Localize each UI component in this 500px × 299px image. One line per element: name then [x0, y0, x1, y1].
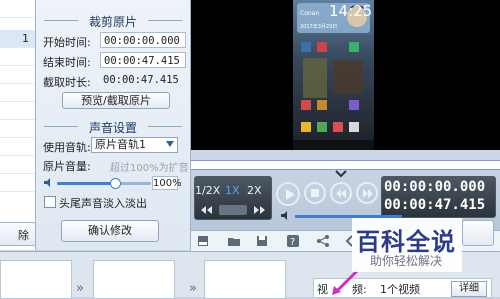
timeline-progress[interactable] [191, 160, 500, 170]
duration-label: 截取时长: [43, 76, 91, 89]
list-item[interactable] [0, 138, 35, 156]
start-time-input[interactable]: 00:00:00.000 [100, 32, 186, 48]
time-display: 00:00:00.000 00:00:47.415 [381, 176, 496, 218]
chevron-down-icon[interactable] [334, 170, 348, 178]
fade-checkbox[interactable] [44, 196, 56, 208]
current-time: 00:00:00.000 [384, 179, 486, 195]
new-file-icon[interactable] [196, 234, 210, 248]
list-item[interactable] [0, 84, 35, 102]
volume-slider[interactable] [57, 182, 151, 185]
volume-hint: 超过100%为扩音 [110, 163, 189, 174]
video-frame: 14:25 Conan 2017年3月29日 [293, 0, 374, 150]
prev-frame-button[interactable] [330, 182, 352, 204]
list-item-selected[interactable]: 1 [0, 30, 35, 48]
list-item[interactable] [0, 48, 35, 66]
settings-panel: 裁剪原片 开始时间: 00:00:00.000 结束时间: 00:00:47.4… [36, 0, 191, 250]
preview-crop-button[interactable]: 预览/截取原片 [62, 92, 170, 109]
duration-value: 00:00:47.415 [103, 74, 179, 86]
status-time: 14:25 [329, 2, 373, 20]
info-value: 1个视频 [380, 283, 420, 296]
end-time-label: 结束时间: [43, 56, 91, 69]
side-button[interactable] [462, 220, 494, 246]
audio-track-value: 原片音轨1 [95, 138, 146, 151]
arrow-right-icon: » [76, 281, 84, 296]
forward-icon [363, 189, 373, 198]
clip-thumbnail[interactable] [93, 260, 175, 299]
play-icon [286, 189, 295, 200]
volume-percent-field[interactable]: 100% [152, 176, 182, 190]
clip-thumbnail[interactable] [0, 260, 72, 299]
volume-slider-knob[interactable] [110, 178, 122, 189]
svg-text:?: ? [290, 237, 295, 248]
end-time-input[interactable]: 00:00:47.415 [100, 52, 186, 68]
clip-thumbnail[interactable] [204, 260, 286, 299]
fade-label: 头尾声音淡入淡出 [59, 197, 147, 210]
divider [148, 20, 182, 21]
next-frame-button[interactable] [356, 182, 378, 204]
file-list: 1 [0, 0, 36, 250]
volume-slider-fill [57, 182, 116, 185]
divider [148, 126, 182, 127]
list-item-label: 1 [22, 32, 29, 45]
delete-button[interactable]: 除 [0, 222, 36, 246]
speaker-icon[interactable] [43, 177, 54, 188]
list-item[interactable] [0, 120, 35, 138]
audio-track-label: 使用音轨: [43, 141, 91, 154]
list-item[interactable] [0, 102, 35, 120]
info-label: 视 [317, 283, 328, 296]
rewind-icon [336, 189, 346, 198]
list-item[interactable] [0, 156, 35, 174]
status-name: Conan [300, 10, 320, 17]
watermark: 百科全说 助你轻松解决 [352, 218, 462, 272]
stop-button[interactable] [304, 182, 326, 204]
audio-track-select[interactable]: 原片音轨1 [91, 137, 178, 153]
audio-section-title: 声音设置 [88, 121, 137, 135]
jog-bar[interactable] [199, 204, 267, 216]
save-icon[interactable] [255, 234, 269, 248]
confirm-button[interactable]: 确认修改 [61, 220, 159, 242]
arrow-right-icon: » [189, 281, 197, 296]
help-icon[interactable]: ? [286, 234, 300, 248]
volume-icon[interactable] [280, 210, 291, 221]
list-item[interactable] [0, 174, 35, 192]
pointer-arrow [332, 268, 360, 295]
delete-button-label: 除 [18, 229, 29, 242]
folder-icon[interactable] [227, 234, 241, 248]
status-date: 2017年3月29日 [300, 24, 338, 30]
stop-icon [311, 189, 319, 197]
volume-label: 原片音量: [43, 160, 91, 173]
start-time-label: 开始时间: [43, 36, 91, 49]
chevron-down-icon [166, 141, 174, 147]
list-item[interactable] [0, 0, 35, 18]
speed-1x-button[interactable]: 1X [225, 184, 240, 197]
crop-section-title: 裁剪原片 [88, 15, 137, 29]
list-item[interactable] [0, 66, 35, 84]
total-time: 00:00:47.415 [384, 197, 486, 213]
speed-control: 1/2X 1X 2X [194, 176, 272, 220]
detail-button[interactable]: 详细 [451, 281, 487, 297]
share-icon[interactable] [316, 234, 330, 248]
play-button[interactable] [276, 182, 300, 206]
speed-half-button[interactable]: 1/2X [195, 184, 220, 197]
watermark-sub-text: 助你轻松解决 [370, 254, 443, 268]
speed-2x-button[interactable]: 2X [247, 184, 262, 197]
